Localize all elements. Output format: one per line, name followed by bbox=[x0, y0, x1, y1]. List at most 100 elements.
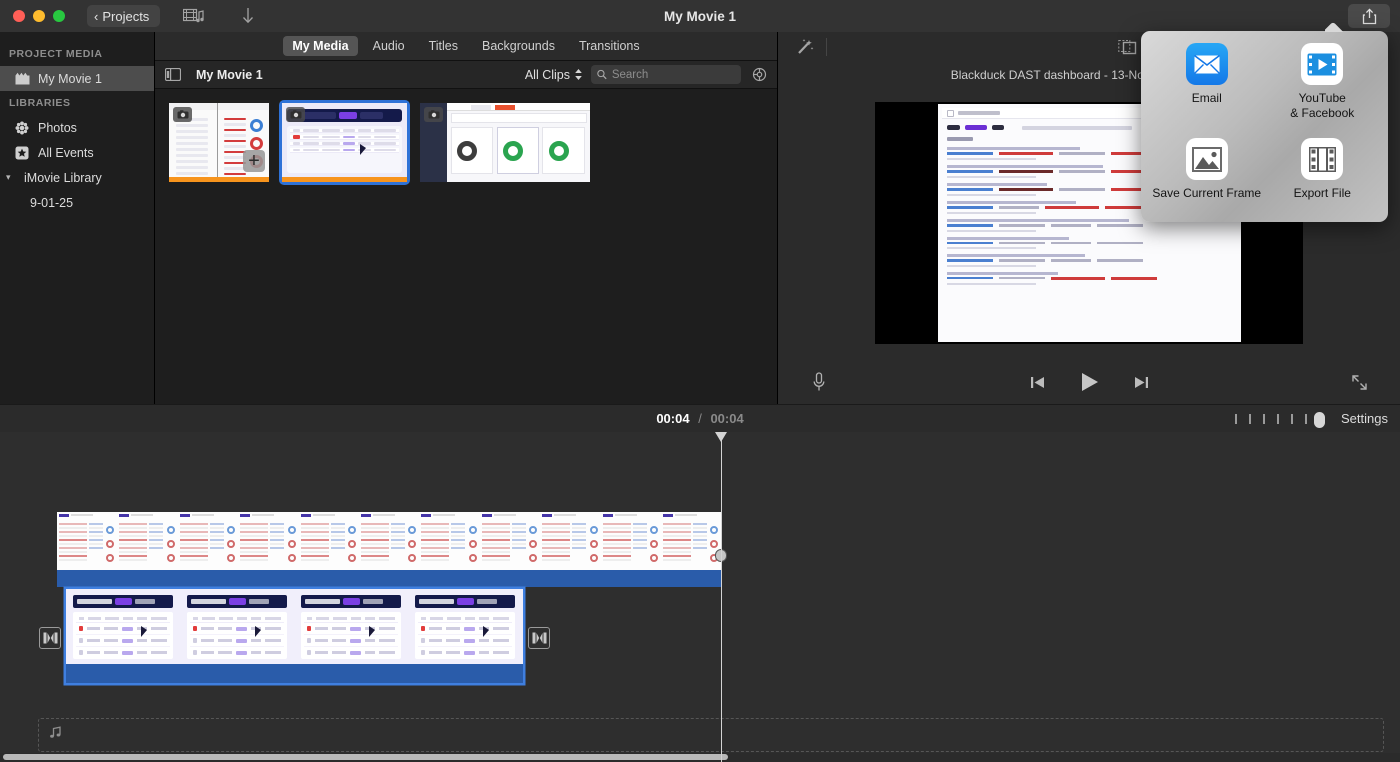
sidebar-header-project-media: PROJECT MEDIA bbox=[0, 42, 154, 66]
timeline[interactable] bbox=[0, 432, 1400, 762]
media-browser: My Media Audio Titles Backgrounds Transi… bbox=[155, 32, 777, 404]
media-clip-global-api-inventory[interactable] bbox=[282, 103, 407, 182]
play-button[interactable] bbox=[1070, 367, 1108, 397]
sidebar-item-label: Photos bbox=[38, 121, 77, 135]
download-arrow-icon[interactable] bbox=[234, 5, 262, 27]
camera-badge-icon bbox=[424, 107, 443, 122]
clips-filter-dropdown[interactable]: All Clips bbox=[525, 68, 583, 82]
camera-badge-icon bbox=[286, 107, 305, 122]
timeline-scrollbar[interactable] bbox=[0, 753, 1400, 762]
sidebar-item-imovie-library[interactable]: ▾ iMovie Library bbox=[0, 165, 154, 190]
browser-tabs: My Media Audio Titles Backgrounds Transi… bbox=[155, 32, 777, 60]
sidebar-header-libraries: LIBRARIES bbox=[0, 91, 154, 115]
clip-progress-bar bbox=[282, 177, 407, 182]
search-input[interactable] bbox=[612, 69, 735, 81]
zoom-slider-knob[interactable] bbox=[1314, 412, 1325, 428]
timecode-display: 00:04 / 00:04 bbox=[0, 411, 1400, 426]
photos-icon bbox=[14, 120, 30, 136]
add-clip-button[interactable]: + bbox=[243, 150, 265, 172]
share-option-save-current-frame[interactable]: Save Current Frame bbox=[1149, 138, 1265, 210]
share-popover: Email YouTube & Facebook bbox=[1141, 31, 1388, 222]
chevron-left-icon: ‹ bbox=[94, 10, 98, 23]
share-option-label-line2: & Facebook bbox=[1290, 106, 1354, 120]
chevron-updown-icon bbox=[574, 68, 583, 81]
window-title: My Movie 1 bbox=[0, 9, 1400, 24]
share-option-email[interactable]: Email bbox=[1149, 43, 1265, 130]
sidebar-item-label: All Events bbox=[38, 146, 94, 160]
camera-badge-icon bbox=[173, 107, 192, 122]
clip-color-band bbox=[57, 570, 721, 587]
microphone-icon[interactable] bbox=[800, 367, 838, 397]
minimize-button[interactable] bbox=[33, 10, 45, 22]
back-to-projects-label: Projects bbox=[102, 9, 149, 24]
sidebar-item-photos[interactable]: Photos bbox=[0, 115, 154, 140]
right-trim-handle[interactable] bbox=[528, 627, 550, 649]
close-button[interactable] bbox=[13, 10, 25, 22]
save-frame-icon bbox=[1186, 138, 1228, 180]
audio-dropzone[interactable] bbox=[38, 718, 1384, 752]
share-option-label-line1: YouTube bbox=[1299, 91, 1346, 105]
gear-icon[interactable] bbox=[749, 65, 769, 85]
search-icon bbox=[597, 69, 607, 80]
email-icon bbox=[1186, 43, 1228, 85]
sidebar-item-label: My Movie 1 bbox=[38, 72, 102, 86]
tab-backgrounds[interactable]: Backgrounds bbox=[473, 36, 564, 56]
skip-to-start-icon[interactable] bbox=[1018, 367, 1056, 397]
sidebar-item-label: 9-01-25 bbox=[30, 196, 73, 210]
tab-audio[interactable]: Audio bbox=[364, 36, 414, 56]
time-separator: / bbox=[698, 411, 702, 426]
sidebar-item-event-9-01-25[interactable]: 9-01-25 bbox=[0, 190, 154, 215]
clip-thumbnail bbox=[420, 103, 590, 182]
tab-titles[interactable]: Titles bbox=[420, 36, 467, 56]
export-file-icon bbox=[1301, 138, 1343, 180]
clip-filmstrip bbox=[66, 589, 523, 664]
tab-my-media[interactable]: My Media bbox=[283, 36, 357, 56]
share-icon bbox=[1362, 8, 1377, 25]
share-button[interactable] bbox=[1348, 4, 1390, 28]
scrollbar-thumb[interactable] bbox=[3, 754, 728, 760]
share-option-label: YouTube & Facebook bbox=[1290, 91, 1354, 121]
total-time: 00:04 bbox=[710, 411, 743, 426]
media-music-icon[interactable] bbox=[180, 5, 208, 27]
back-to-projects-button[interactable]: ‹ Projects bbox=[87, 5, 160, 27]
magic-wand-icon[interactable] bbox=[788, 34, 822, 60]
share-option-export-file[interactable]: Export File bbox=[1265, 138, 1381, 210]
star-box-icon bbox=[14, 145, 30, 161]
media-clip-dashboard-document[interactable]: + bbox=[169, 103, 269, 182]
chevron-down-icon[interactable]: ▾ bbox=[6, 172, 16, 183]
sidebar-item-my-movie-1[interactable]: My Movie 1 bbox=[0, 66, 154, 91]
clip-color-band bbox=[66, 664, 523, 683]
skip-to-end-icon[interactable] bbox=[1122, 367, 1160, 397]
clapperboard-icon bbox=[14, 71, 30, 87]
window-controls[interactable] bbox=[0, 10, 65, 22]
timeline-clip-dashboard[interactable] bbox=[57, 512, 721, 587]
share-option-youtube-facebook[interactable]: YouTube & Facebook bbox=[1265, 43, 1381, 130]
youtube-facebook-icon bbox=[1301, 43, 1343, 85]
share-option-label: Save Current Frame bbox=[1152, 186, 1261, 201]
browser-toolbar: My Movie 1 All Clips bbox=[155, 60, 777, 89]
clip-progress-bar bbox=[169, 177, 269, 182]
tab-transitions[interactable]: Transitions bbox=[570, 36, 649, 56]
timeline-zoom-slider[interactable] bbox=[1235, 412, 1325, 426]
timeline-toolbar: 00:04 / 00:04 Settings bbox=[0, 404, 1400, 432]
sidebar: PROJECT MEDIA My Movie 1 LIBRARIES bbox=[0, 32, 155, 404]
current-time: 00:04 bbox=[656, 411, 689, 426]
popover-arrow bbox=[1325, 22, 1345, 32]
maximize-button[interactable] bbox=[53, 10, 65, 22]
color-balance-icon[interactable] bbox=[1110, 34, 1144, 60]
viewer-controls bbox=[778, 360, 1400, 404]
music-note-icon bbox=[49, 726, 62, 744]
playhead[interactable] bbox=[721, 432, 722, 762]
sidebar-item-all-events[interactable]: All Events bbox=[0, 140, 154, 165]
sidebar-item-label: iMovie Library bbox=[24, 171, 102, 185]
imovie-window: ‹ Projects My Movie 1 bbox=[0, 0, 1400, 762]
fullscreen-icon[interactable] bbox=[1340, 367, 1378, 397]
sidebar-toggle-icon[interactable] bbox=[163, 65, 183, 85]
left-trim-handle[interactable] bbox=[39, 627, 61, 649]
clips-filter-label: All Clips bbox=[525, 68, 570, 82]
media-clip-grid: + bbox=[155, 89, 777, 404]
timeline-clip-api-inventory[interactable] bbox=[66, 589, 523, 683]
search-field[interactable] bbox=[591, 65, 741, 84]
title-bar: ‹ Projects My Movie 1 bbox=[0, 0, 1400, 32]
media-clip-dashboard-donuts[interactable] bbox=[420, 103, 590, 182]
